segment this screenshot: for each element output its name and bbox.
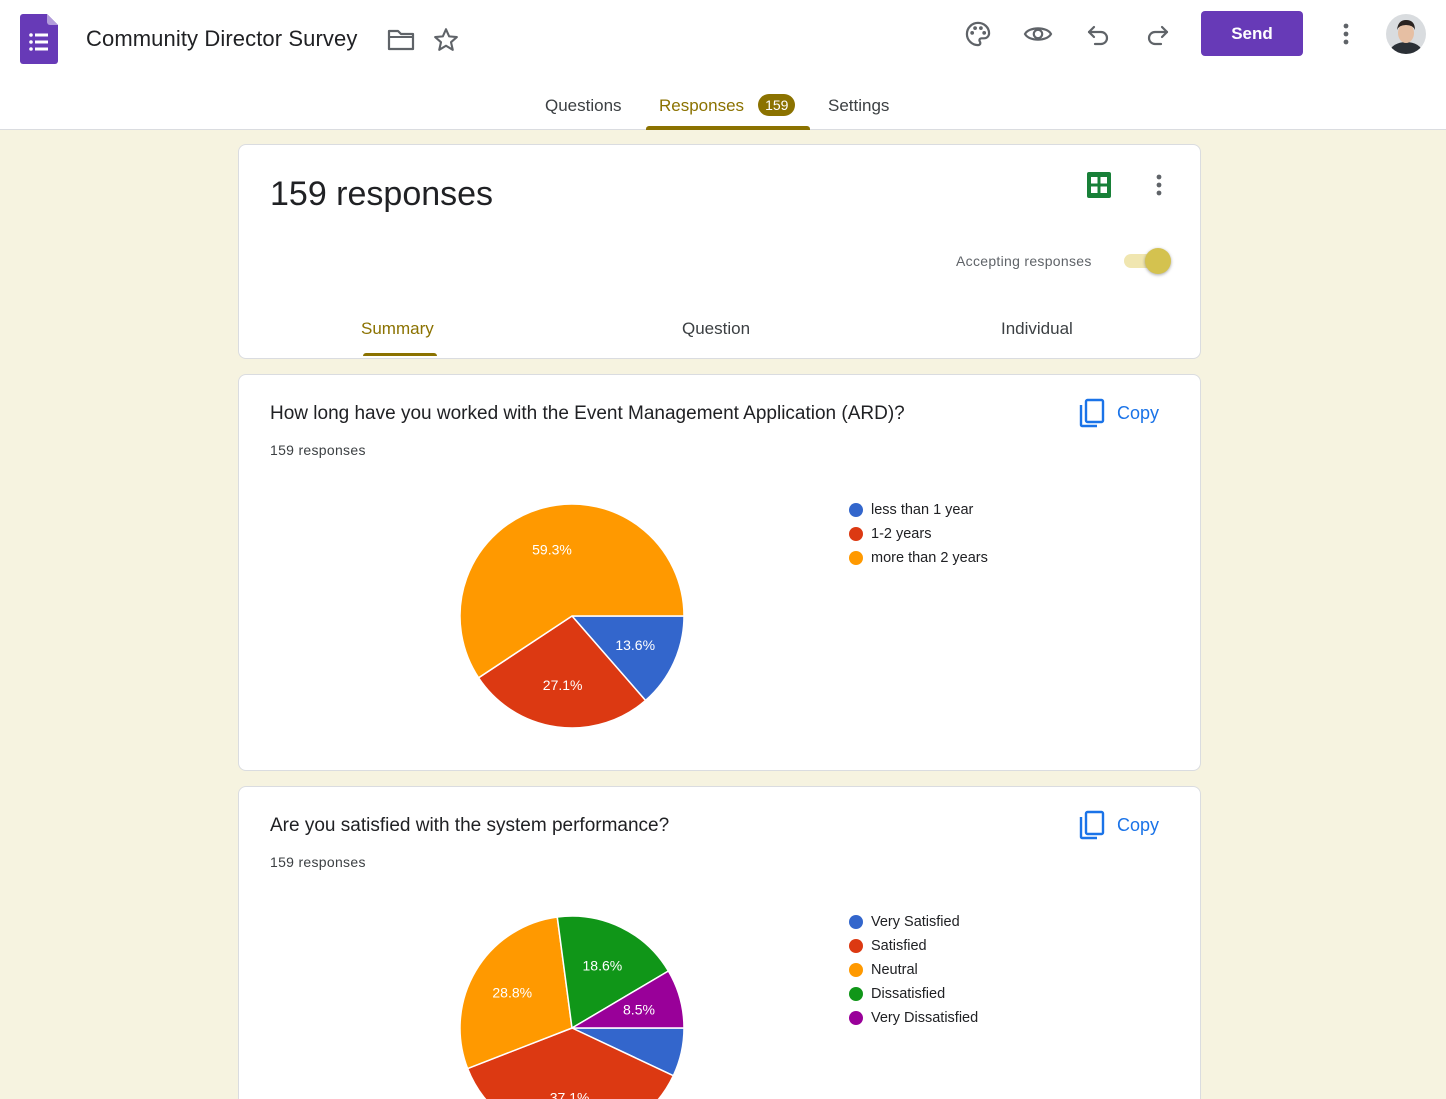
question-card: How long have you worked with the Event …	[238, 374, 1201, 771]
legend-label: more than 2 years	[871, 550, 988, 566]
top-bar: Community Director Survey Send Questions…	[0, 0, 1446, 130]
toggle-knob[interactable]	[1145, 248, 1171, 274]
legend-item-satisfied[interactable]: Satisfied	[849, 934, 978, 958]
form-title[interactable]: Community Director Survey	[86, 26, 357, 52]
question-card: Are you satisfied with the system perfor…	[238, 786, 1201, 1099]
legend-label: less than 1 year	[871, 502, 974, 518]
question-response-count: 159 responses	[270, 854, 366, 870]
responses-summary-card: 159 responses Accepting responses Summar…	[238, 144, 1201, 359]
chart-legend: Very Satisfied Satisfied Neutral Dissatisfi…	[849, 910, 978, 1030]
card-more-vert-icon[interactable]	[1139, 165, 1179, 205]
forms-logo-icon[interactable]	[20, 14, 58, 64]
legend-swatch	[849, 527, 863, 541]
legend-swatch	[849, 915, 863, 929]
legend-label: Very Dissatisfied	[871, 1010, 979, 1026]
accepting-responses-label: Accepting responses	[956, 253, 1092, 269]
redo-icon[interactable]	[1138, 14, 1178, 54]
responses-count-badge: 159	[758, 94, 796, 116]
legend-item-neutral[interactable]: Neutral	[849, 958, 978, 982]
legend-swatch	[849, 987, 863, 1001]
legend-label: Neutral	[871, 962, 918, 978]
question-title: Are you satisfied with the system perfor…	[270, 815, 670, 836]
avatar[interactable]	[1386, 14, 1426, 54]
legend-item-very-dissatisfied[interactable]: Very Dissatisfied	[849, 1006, 978, 1030]
pie-chart: 37.1% 28.8% 18.6% 8.5%	[459, 915, 685, 1099]
pie-slice-label: 8.5%	[623, 1002, 655, 1018]
question-title: How long have you worked with the Event …	[270, 403, 905, 424]
subtab-summary[interactable]: Summary	[361, 319, 434, 339]
copy-icon	[1079, 810, 1105, 840]
sheets-icon[interactable]	[1079, 165, 1119, 205]
legend-swatch	[849, 939, 863, 953]
pie-chart: 13.6% 27.1% 59.3%	[459, 503, 685, 729]
legend-swatch	[849, 551, 863, 565]
more-vert-icon[interactable]	[1326, 14, 1366, 54]
legend-item-dissatisfied[interactable]: Dissatisfied	[849, 982, 978, 1006]
chart-legend: less than 1 year 1-2 years more than 2 yea…	[849, 498, 988, 570]
pie-slice-label: 37.1%	[550, 1089, 590, 1099]
legend-label: Very Satisfied	[871, 914, 960, 930]
star-icon[interactable]	[426, 20, 466, 60]
send-button[interactable]: Send	[1201, 11, 1303, 56]
legend-item-more-than-2-years[interactable]: more than 2 years	[849, 546, 988, 570]
legend-item-1-2-years[interactable]: 1-2 years	[849, 522, 988, 546]
legend-swatch	[849, 963, 863, 977]
legend-swatch	[849, 1011, 863, 1025]
response-count-heading: 159 responses	[270, 175, 494, 213]
active-subtab-indicator	[363, 353, 437, 356]
copy-icon	[1079, 398, 1105, 428]
legend-label: Dissatisfied	[871, 986, 946, 1002]
legend-item-very-satisfied[interactable]: Very Satisfied	[849, 910, 978, 934]
tab-settings[interactable]: Settings	[828, 82, 889, 130]
pie-slice-label: 27.1%	[543, 677, 583, 693]
active-tab-indicator	[646, 126, 810, 130]
palette-icon[interactable]	[958, 14, 998, 54]
pie-slice-label: 28.8%	[492, 985, 532, 1001]
folder-icon[interactable]	[381, 20, 421, 60]
subtab-question[interactable]: Question	[682, 319, 750, 339]
legend-swatch	[849, 503, 863, 517]
tab-responses[interactable]: Responses 159	[659, 82, 796, 130]
pie-slice-label: 18.6%	[583, 958, 623, 974]
legend-item-less-than-1-year[interactable]: less than 1 year	[849, 498, 988, 522]
undo-icon[interactable]	[1078, 14, 1118, 54]
eye-icon[interactable]	[1018, 14, 1058, 54]
tab-questions[interactable]: Questions	[545, 82, 622, 130]
legend-label: Satisfied	[871, 938, 927, 954]
pie-slice-label: 59.3%	[532, 542, 572, 558]
pie-slice-label: 13.6%	[615, 637, 655, 653]
main-tabs: Questions Responses 159 Settings	[0, 82, 1446, 130]
copy-chart-button[interactable]: Copy	[1079, 809, 1159, 841]
question-response-count: 159 responses	[270, 442, 366, 458]
legend-label: 1-2 years	[871, 526, 932, 542]
copy-chart-button[interactable]: Copy	[1079, 397, 1159, 429]
subtab-individual[interactable]: Individual	[1001, 319, 1073, 339]
